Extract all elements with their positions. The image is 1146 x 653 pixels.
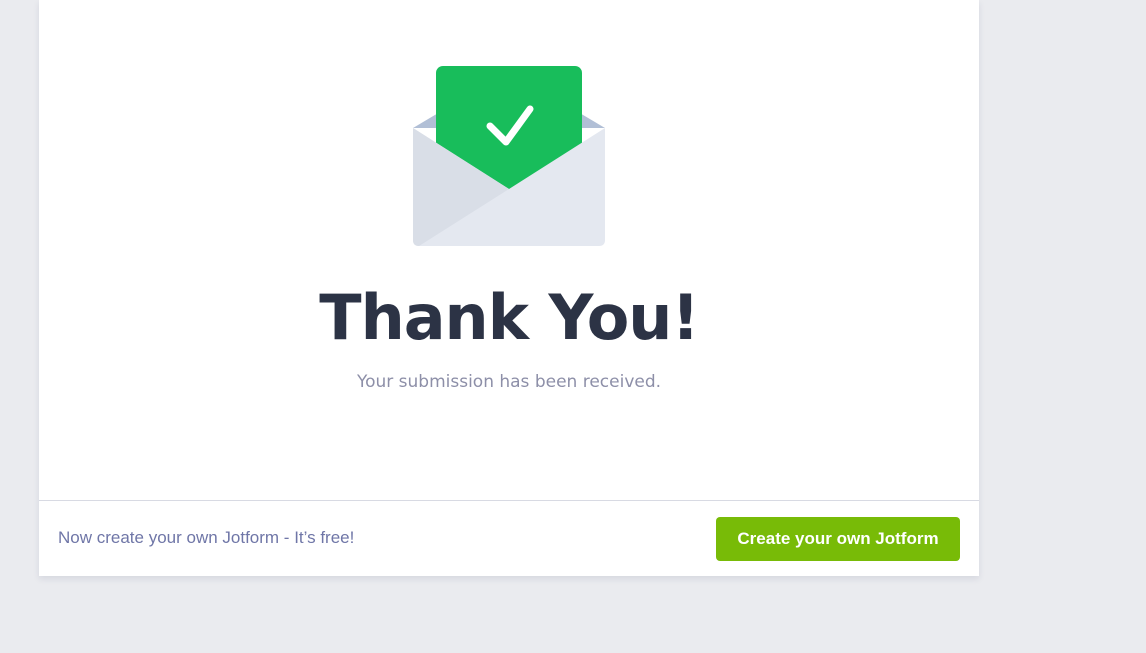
confirmation-message: Your submission has been received. [356,372,662,392]
promo-footer: Now create your own Jotform - It’s free!… [39,500,979,576]
card-body: Thank You! Your submission has been rece… [39,0,979,500]
envelope-check-icon [413,66,605,246]
create-jotform-button[interactable]: Create your own Jotform [716,517,960,561]
thank-you-card: Thank You! Your submission has been rece… [39,0,979,576]
page-title: Thank You! [319,281,699,354]
promo-text: Now create your own Jotform - It’s free! [58,528,355,547]
